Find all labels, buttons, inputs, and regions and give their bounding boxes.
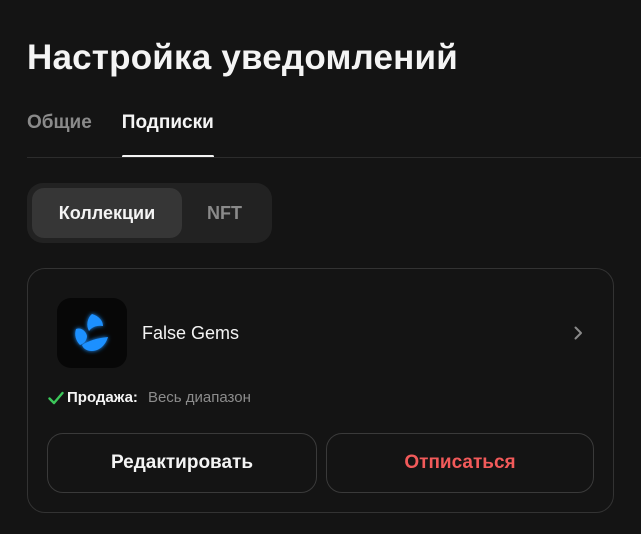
collection-row[interactable]: False Gems: [57, 297, 585, 369]
tab-general[interactable]: Общие: [27, 110, 92, 158]
segment-nft[interactable]: NFT: [182, 188, 267, 238]
segmented-control: Коллекции NFT: [27, 183, 272, 243]
notification-settings-page: Настройка уведомлений Общие Подписки Кол…: [0, 0, 641, 534]
check-icon: [48, 391, 64, 404]
false-gems-logo-icon: [75, 314, 108, 351]
subscription-card: False Gems Продажа: Весь диапазон Редакт…: [27, 268, 614, 513]
filter-label: Продажа:: [67, 389, 138, 406]
tabs: Общие Подписки: [27, 110, 244, 158]
edit-button[interactable]: Редактировать: [47, 433, 317, 493]
segment-collections[interactable]: Коллекции: [32, 188, 182, 238]
chevron-right-icon: [574, 326, 582, 340]
tab-subscriptions[interactable]: Подписки: [121, 110, 214, 158]
filter-value: Весь диапазон: [147, 389, 251, 406]
collection-name: False Gems: [142, 322, 240, 343]
page-title: Настройка уведомлений: [27, 38, 458, 77]
unsubscribe-button[interactable]: Отписаться: [326, 433, 594, 493]
filter-summary: Продажа: Весь диапазон: [48, 389, 251, 406]
tabs-divider: [27, 157, 641, 158]
collection-logo: [57, 298, 127, 368]
